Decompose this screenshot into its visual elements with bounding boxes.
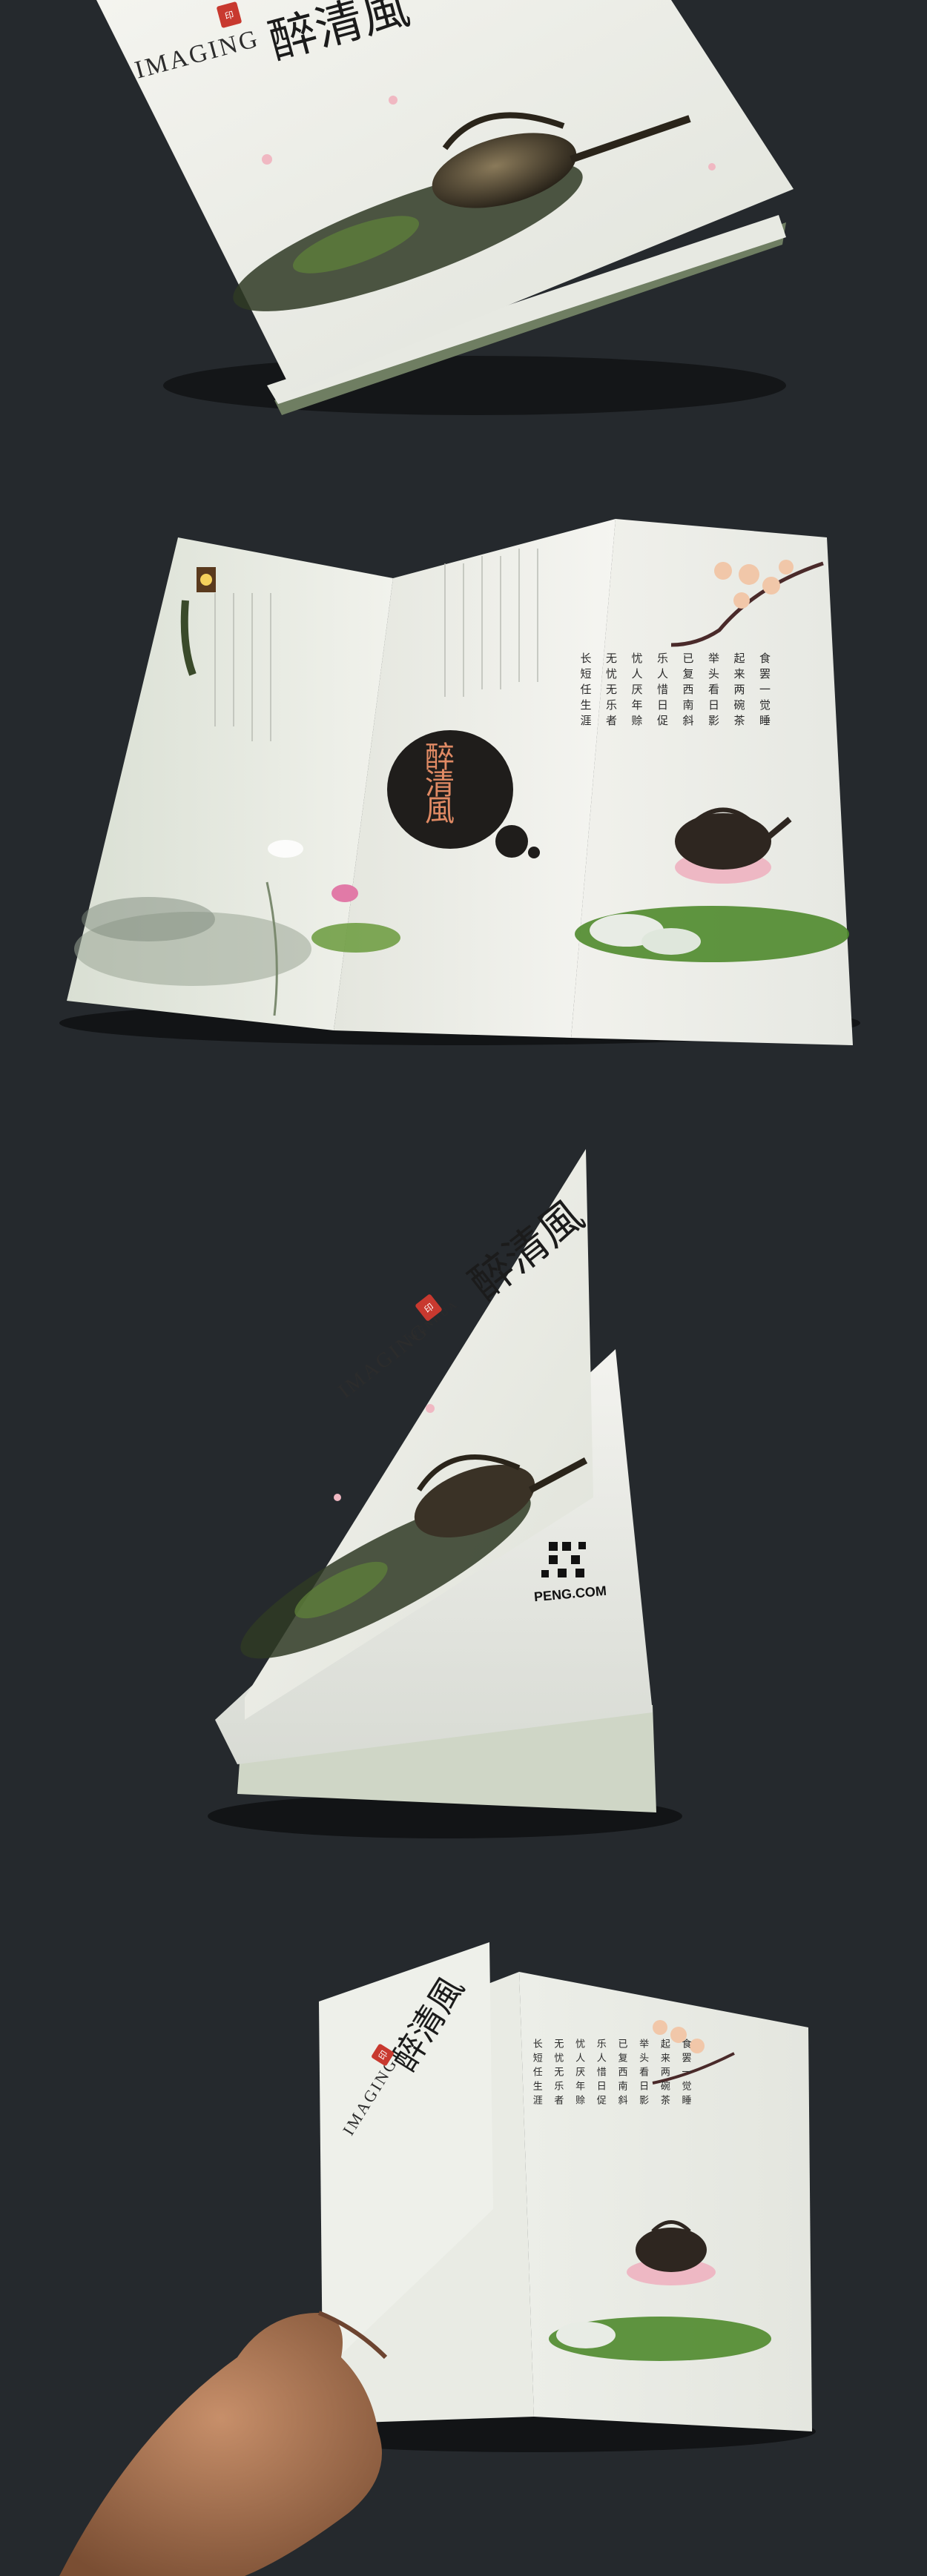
poem-column-5: 乐人惜日促	[656, 652, 669, 730]
poem4-column-7: 无忧无乐者	[552, 2039, 564, 2109]
poem-column-8: 长短任生涯	[578, 652, 593, 730]
poem-column-3: 举头看日影	[707, 652, 720, 730]
mockup-closed-brochure: IMAGING 醉清風 印	[0, 0, 927, 445]
brand-chinese-title-open: 醉清風	[420, 741, 454, 821]
poem4-column-5: 乐人惜日促	[594, 2039, 606, 2109]
poem4-column-6: 忧人厌年赊	[573, 2039, 585, 2109]
poem-column-2: 起来两碗茶	[732, 652, 746, 730]
hand-brochure-art	[59, 1942, 816, 2576]
poem-columns: 食罢一觉睡 起来两碗茶 举头看日影 已复西南斜 乐人惜日促 忧人厌年赊 无忧无乐…	[575, 652, 775, 801]
open-brochure-art	[59, 519, 860, 1045]
poem4-column-2: 起来两碗茶	[658, 2039, 670, 2109]
poem4-column-1: 食罢一觉睡	[679, 2039, 691, 2109]
mockup-half-open-brochure: IMAGING WENHUA 醉清風 印 PENG.COM	[0, 1127, 927, 1853]
poem4-column-8: 长短任生涯	[530, 2039, 542, 2109]
poem-column-4: 已复西南斜	[681, 652, 695, 730]
poem-column-6: 忧人厌年赊	[630, 652, 644, 730]
poem4-column-4: 已复西南斜	[616, 2039, 627, 2109]
mockup-open-brochure: 醉清風 食罢一觉睡 起来两碗茶 举头看日影 已复西南斜 乐人惜日促 忧人厌年赊 …	[0, 504, 927, 1067]
half-open-brochure-art	[208, 1149, 682, 1838]
poem4-column-3: 举头看日影	[637, 2039, 649, 2109]
poem-columns-4: 食罢一觉睡 起来两碗茶 举头看日影 已复西南斜 乐人惜日促 忧人厌年赊 无忧无乐…	[527, 2039, 694, 2165]
poem-column-7: 无忧无乐者	[604, 652, 618, 730]
mockup-hand-opening-brochure: IMAGING 醉清風 印 食罢一觉睡 起来两碗茶 举头看日影 已复西南斜 乐人…	[0, 1913, 927, 2576]
poem-column-1: 食罢一觉睡	[758, 652, 771, 730]
